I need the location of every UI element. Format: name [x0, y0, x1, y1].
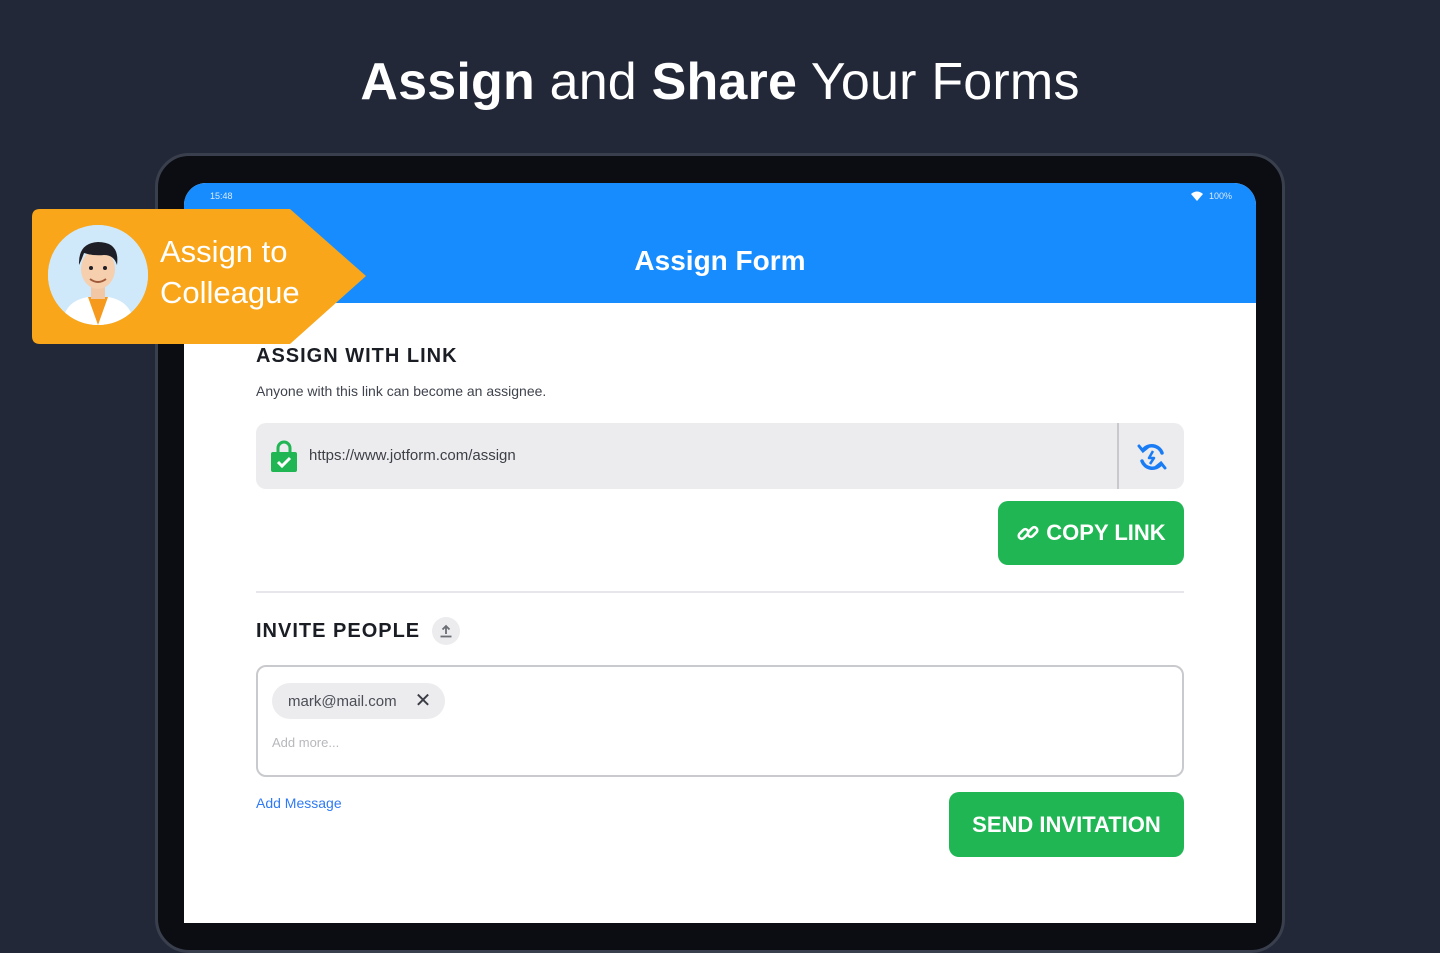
- badge-text: Assign to Colleague: [160, 231, 340, 313]
- link-icon: [1017, 525, 1039, 541]
- badge-line-1: Assign to: [160, 234, 288, 269]
- headline-your-forms: Your Forms: [797, 53, 1080, 111]
- invite-people-header: INVITE PEOPLE: [256, 617, 461, 645]
- status-time: 15:48: [210, 191, 233, 201]
- refresh-icon[interactable]: [1134, 439, 1170, 475]
- status-right: 100%: [1190, 191, 1232, 201]
- lock-icon: [271, 440, 297, 472]
- add-more-input[interactable]: Add more...: [272, 735, 339, 750]
- copy-link-label: COPY LINK: [1046, 520, 1166, 545]
- battery-level: 100%: [1208, 191, 1232, 201]
- chip-email: mark@mail.com: [288, 692, 397, 710]
- link-url[interactable]: https://www.jotform.com/assign: [309, 447, 516, 464]
- badge-line-2: Colleague: [160, 275, 300, 310]
- wifi-icon: [1190, 191, 1203, 201]
- invite-people-title: INVITE PEOPLE: [256, 619, 421, 642]
- upload-icon[interactable]: [432, 617, 461, 645]
- headline-and: and: [534, 53, 652, 111]
- assign-with-link-title: ASSIGN WITH LINK: [256, 345, 458, 367]
- send-invitation-label: SEND INVITATION: [972, 811, 1161, 837]
- headline-assign: Assign: [360, 53, 535, 111]
- close-icon[interactable]: ✕: [415, 691, 432, 711]
- headline-share: Share: [651, 53, 798, 111]
- copy-link-button[interactable]: COPY LINK: [998, 501, 1184, 565]
- avatar: [48, 225, 148, 325]
- section-divider: [256, 591, 1184, 593]
- assign-to-colleague-badge: Assign to Colleague: [32, 209, 366, 344]
- add-message-link[interactable]: Add Message: [256, 795, 342, 811]
- send-invitation-button[interactable]: SEND INVITATION: [949, 792, 1184, 857]
- link-field[interactable]: https://www.jotform.com/assign: [256, 423, 1184, 489]
- assign-with-link-subtitle: Anyone with this link can become an assi…: [256, 383, 547, 399]
- invite-input-box[interactable]: mark@mail.com ✕ Add more...: [256, 665, 1184, 777]
- link-divider: [1117, 423, 1119, 489]
- headline: Assign and Share Your Forms: [0, 52, 1440, 112]
- email-chip: mark@mail.com ✕: [272, 683, 446, 719]
